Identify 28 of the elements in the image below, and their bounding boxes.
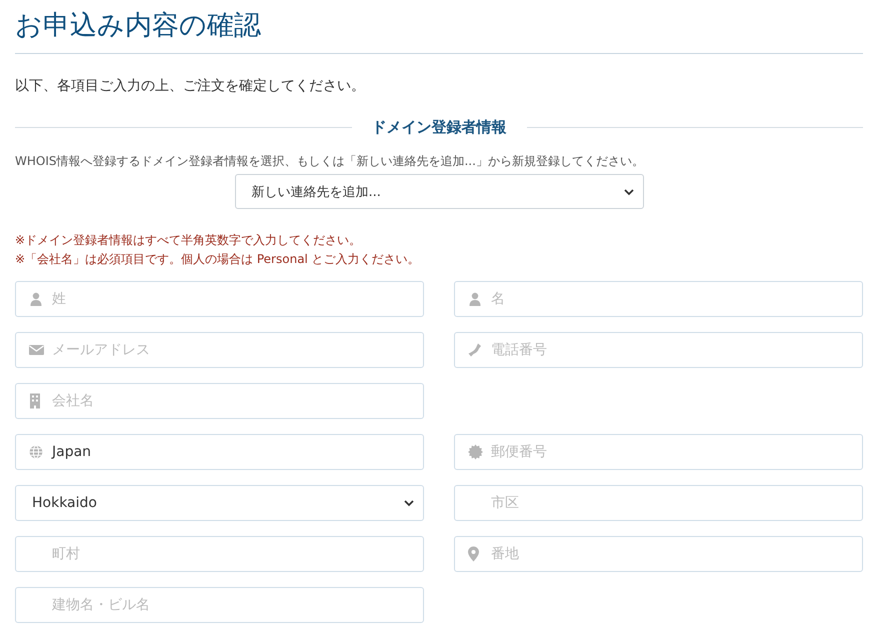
user-icon — [29, 292, 43, 306]
input-field[interactable]: 郵便番号 — [454, 434, 863, 470]
input-field[interactable]: 姓 — [15, 281, 424, 317]
contact-select[interactable]: 新しい連絡先を追加... — [234, 174, 644, 209]
intro-text: 以下、各項目ご入力の上、ご注文を確定してください。 — [15, 77, 366, 96]
input-field[interactable]: 番地 — [454, 536, 863, 572]
input-field[interactable]: 会社名 — [15, 383, 424, 419]
section-heading: ドメイン登録者情報 — [372, 118, 506, 136]
input-field[interactable]: 電話番号 — [454, 332, 863, 368]
seal-icon — [468, 444, 483, 460]
chevron-down-icon — [624, 188, 634, 196]
input-field[interactable]: 名 — [454, 281, 863, 317]
globe-icon — [29, 445, 43, 459]
envelope-icon — [29, 344, 44, 356]
section-description: WHOIS情報へ登録するドメイン登録者情報を選択、もしくは「新しい連絡先を追加...」から新規登録してください。 — [15, 153, 645, 170]
note-text: ※ドメイン登録者情報はすべて半角英数字で入力してください。 — [15, 232, 362, 249]
input-field[interactable]: 町村 — [15, 536, 424, 572]
building-icon — [29, 394, 41, 408]
prefecture-select[interactable]: Hokkaido — [15, 485, 424, 521]
note-text: ※「会社名」は必須項目です。個人の場合は Personal とご入力ください。 — [15, 251, 421, 268]
input-field[interactable]: 市区 — [454, 485, 863, 521]
input-field[interactable]: 建物名・ビル名 — [15, 587, 424, 623]
input-field[interactable]: メールアドレス — [15, 332, 424, 368]
input-field[interactable]: Japan — [15, 434, 424, 470]
user-icon — [468, 292, 482, 306]
chevron-down-icon — [404, 500, 414, 507]
location-pin-icon — [468, 546, 479, 562]
page-title: お申込み内容の確認 — [15, 0, 863, 54]
